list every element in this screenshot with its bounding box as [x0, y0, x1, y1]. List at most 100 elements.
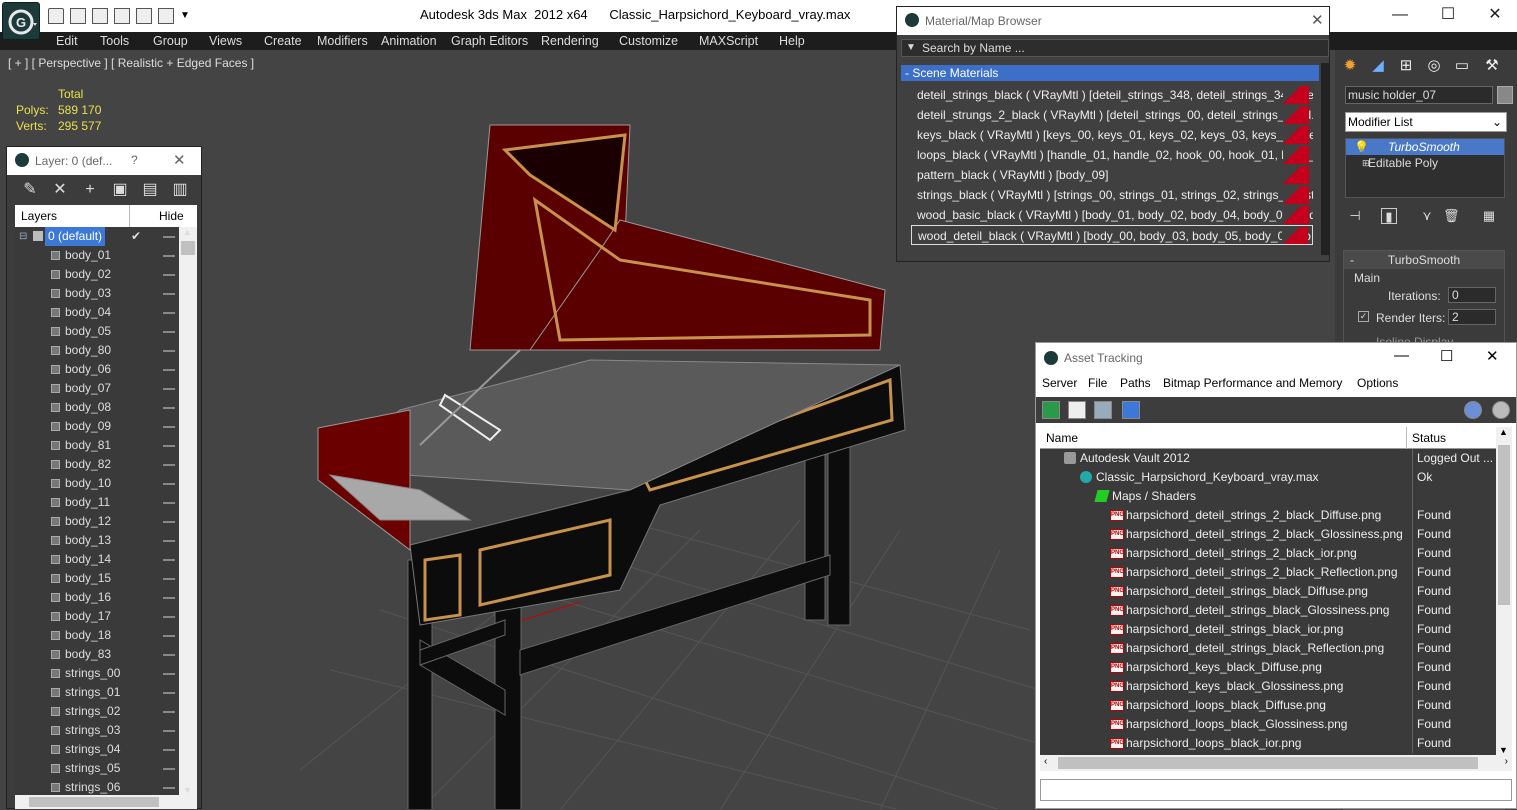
asset-row[interactable]: PNG harpsichord_loops_black_ior.png Found: [1040, 734, 1496, 753]
layer-row[interactable]: body_06: [15, 360, 179, 379]
material-item[interactable]: wood_deteil_black ( VRayMtl ) [body_00, …: [911, 225, 1313, 245]
layer-row[interactable]: body_83: [15, 645, 179, 664]
hide-toggle[interactable]: [163, 350, 175, 352]
create-tab-icon[interactable]: ✹: [1339, 56, 1361, 76]
collapse-icon[interactable]: -: [1350, 251, 1354, 269]
menu-paths[interactable]: Paths: [1120, 376, 1151, 390]
remove-modifier-icon[interactable]: 🗑: [1443, 208, 1460, 224]
layer-row[interactable]: body_11: [15, 493, 179, 512]
undo-icon[interactable]: [158, 8, 174, 24]
asset-horizontal-scrollbar[interactable]: ‹ ›: [1040, 755, 1512, 771]
menu-help[interactable]: Help: [779, 34, 805, 48]
new-scene-icon[interactable]: [136, 8, 152, 24]
hide-toggle[interactable]: [163, 768, 175, 770]
asset-row[interactable]: PNG harpsichord_deteil_strings_black_Refl…: [1040, 639, 1496, 658]
asset-row[interactable]: PNG harpsichord_deteil_strings_black_Glos…: [1040, 601, 1496, 620]
menu-bitmap-performance[interactable]: Bitmap Performance and Memory: [1163, 376, 1342, 390]
close-icon[interactable]: ✕: [173, 151, 186, 169]
asset-row[interactable]: PNG harpsichord_keys_black_Diffuse.png Fou…: [1040, 658, 1496, 677]
help-icon[interactable]: [1464, 401, 1482, 419]
layer-row[interactable]: body_14: [15, 550, 179, 569]
asset-row[interactable]: Autodesk Vault 2012 Logged Out ...: [1040, 449, 1496, 468]
open-icon[interactable]: [48, 8, 64, 24]
hide-toggle[interactable]: [163, 388, 175, 390]
close-button[interactable]: ✕: [1486, 347, 1499, 365]
scroll-left-icon[interactable]: ‹: [1044, 756, 1047, 767]
configure-sets-icon[interactable]: ▦: [1481, 208, 1497, 224]
asset-vertical-scrollbar[interactable]: ▲ ▼: [1496, 427, 1512, 755]
material-search-box[interactable]: ▼ Search by Name ...: [901, 39, 1329, 57]
hide-toggle[interactable]: [163, 331, 175, 333]
rollout-header[interactable]: - TurboSmooth: [1344, 251, 1504, 269]
layer-row[interactable]: body_02: [15, 265, 179, 284]
layer-row[interactable]: body_12: [15, 512, 179, 531]
hide-toggle[interactable]: [163, 578, 175, 580]
menu-maxscript[interactable]: MAXScript: [699, 34, 758, 48]
display-tab-icon[interactable]: ▭: [1451, 56, 1473, 76]
hide-toggle[interactable]: [163, 749, 175, 751]
asset-row[interactable]: PNG harpsichord_deteil_strings_black_ior.…: [1040, 620, 1496, 639]
asset-row[interactable]: Maps / Shaders: [1040, 487, 1496, 506]
asset-row[interactable]: PNG harpsichord_deteil_strings_2_black_io…: [1040, 544, 1496, 563]
scroll-down-icon[interactable]: ▼: [1499, 745, 1508, 755]
hide-toggle[interactable]: [163, 312, 175, 314]
layer-row[interactable]: strings_01: [15, 683, 179, 702]
menu-customize[interactable]: Customize: [619, 34, 678, 48]
refresh-icon[interactable]: [1042, 401, 1060, 419]
layer-horizontal-scrollbar[interactable]: [15, 795, 197, 809]
dropdown-arrow-icon[interactable]: ▼: [180, 8, 190, 26]
search-input[interactable]: Search by Name ...: [922, 41, 1025, 55]
hide-all-icon[interactable]: ▥: [171, 181, 189, 199]
stack-item-turbosmooth[interactable]: 💡 TurboSmooth: [1346, 139, 1504, 155]
scroll-up-icon[interactable]: ▲: [1499, 427, 1508, 437]
asset-row[interactable]: PNG harpsichord_deteil_strings_black_Diff…: [1040, 582, 1496, 601]
layer-row[interactable]: strings_05: [15, 759, 179, 778]
layer-row[interactable]: body_82: [15, 455, 179, 474]
material-item[interactable]: wood_basic_black ( VRayMtl ) [body_01, b…: [911, 205, 1313, 225]
menu-group[interactable]: Group: [153, 34, 188, 48]
layer-row[interactable]: body_03: [15, 284, 179, 303]
hide-toggle[interactable]: [163, 711, 175, 713]
layer-row[interactable]: body_81: [15, 436, 179, 455]
hide-toggle[interactable]: [163, 597, 175, 599]
menu-file[interactable]: File: [1088, 376, 1107, 390]
layer-vertical-scrollbar[interactable]: ▲ ▼: [179, 227, 197, 795]
layer-row[interactable]: body_80: [15, 341, 179, 360]
hide-toggle[interactable]: [163, 483, 175, 485]
scroll-down-icon[interactable]: ▼: [183, 785, 192, 795]
layer-row-default[interactable]: ⊟ 0 (default) ✔: [15, 227, 179, 246]
menu-tools[interactable]: Tools: [100, 34, 129, 48]
layer-row[interactable]: body_04: [15, 303, 179, 322]
material-item[interactable]: keys_black ( VRayMtl ) [keys_00, keys_01…: [911, 125, 1313, 145]
hide-toggle[interactable]: [163, 692, 175, 694]
layer-row[interactable]: strings_00: [15, 664, 179, 683]
hide-toggle[interactable]: [163, 521, 175, 523]
menu-views[interactable]: Views: [209, 34, 242, 48]
col-status[interactable]: Status: [1412, 431, 1446, 445]
add-to-layer-icon[interactable]: +: [81, 181, 99, 199]
hide-toggle[interactable]: [163, 502, 175, 504]
motion-tab-icon[interactable]: ◎: [1423, 56, 1445, 76]
menu-rendering[interactable]: Rendering: [541, 34, 599, 48]
close-icon[interactable]: ✕: [1311, 11, 1324, 29]
object-color-swatch[interactable]: [1497, 86, 1513, 104]
close-button[interactable]: ✕: [1475, 4, 1515, 26]
menu-graph-editors[interactable]: Graph Editors: [451, 34, 528, 48]
minimize-button[interactable]: —: [1380, 4, 1420, 26]
new-layer-icon[interactable]: ✎: [21, 181, 39, 199]
maximize-button[interactable]: ☐: [1440, 347, 1453, 365]
hide-toggle[interactable]: [163, 274, 175, 276]
render-iters-checkbox[interactable]: ✓: [1358, 311, 1369, 322]
hide-toggle[interactable]: [163, 540, 175, 542]
col-layers[interactable]: Layers: [21, 209, 57, 223]
hide-toggle[interactable]: [163, 616, 175, 618]
app-logo-icon[interactable]: G: [2, 2, 40, 40]
highlight-layer-icon[interactable]: ▤: [141, 181, 159, 199]
save-icon[interactable]: [70, 8, 86, 24]
hold-icon[interactable]: [92, 8, 108, 24]
modifier-list-dropdown[interactable]: Modifier List ⌄: [1345, 112, 1507, 132]
hide-toggle[interactable]: [163, 236, 175, 238]
help-button[interactable]: ?: [131, 153, 138, 167]
table-view-icon[interactable]: [1122, 401, 1140, 419]
hide-toggle[interactable]: [163, 255, 175, 257]
